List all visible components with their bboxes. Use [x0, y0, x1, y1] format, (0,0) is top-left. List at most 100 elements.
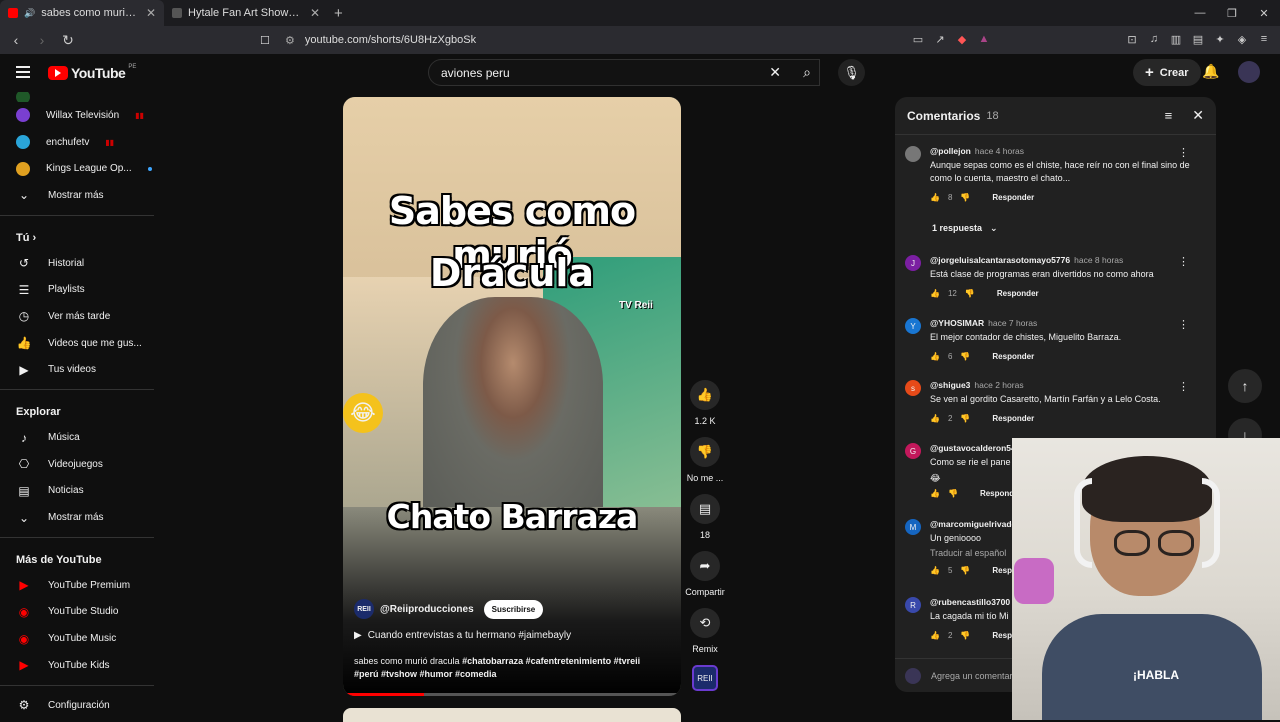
comment-author[interactable]: @pollejon: [930, 146, 971, 156]
tab-inactive[interactable]: Hytale Fan Art Showcase Vol. 4 – Hyt ✕: [164, 0, 328, 26]
video-description[interactable]: sabes como murió dracula #chatobarraza #…: [354, 655, 664, 681]
search-input[interactable]: aviones peru ✕: [428, 59, 820, 86]
reply-button[interactable]: Responder: [992, 352, 1034, 361]
reply-button[interactable]: Responder: [992, 414, 1034, 423]
thumbs-down-icon[interactable]: 👎: [690, 437, 720, 467]
bookmark-icon[interactable]: ☐: [260, 34, 270, 47]
comments-action[interactable]: ▤ 18: [684, 494, 726, 540]
minimize-icon[interactable]: —: [1184, 0, 1216, 26]
thumbs-up-icon[interactable]: 👍: [930, 489, 940, 498]
clear-search-icon[interactable]: ✕: [769, 64, 781, 81]
share-action[interactable]: ➦ Compartir: [684, 551, 726, 597]
description-hashtags[interactable]: #chatobarraza #cafentretenimiento #tvrei…: [462, 656, 640, 666]
sidebar-item-history[interactable]: ↺ Historial: [0, 250, 154, 277]
thumbs-up-icon[interactable]: 👍: [930, 289, 940, 298]
comment-icon[interactable]: ▤: [690, 494, 720, 524]
you-section-header[interactable]: Tú ›: [0, 222, 154, 250]
remix-action[interactable]: ⟲ Remix: [684, 608, 726, 654]
thumbs-down-icon[interactable]: 👎: [960, 566, 970, 575]
search-button[interactable]: ⌕: [790, 59, 824, 86]
sidebar-item-kids[interactable]: ▶ YouTube Kids: [0, 652, 154, 679]
menu-icon[interactable]: ≡: [1256, 31, 1272, 47]
thumbs-down-icon[interactable]: 👎: [960, 631, 970, 640]
ai-icon[interactable]: ✦: [1212, 31, 1228, 47]
commenter-avatar[interactable]: s: [905, 380, 921, 396]
dislike-action[interactable]: 👎 No me ...: [684, 437, 726, 483]
notifications-bell-icon[interactable]: 🔔: [1202, 63, 1219, 80]
maximize-icon[interactable]: ❐: [1216, 0, 1248, 26]
create-button[interactable]: + Crear: [1133, 59, 1201, 86]
close-icon[interactable]: ✕: [1192, 107, 1204, 124]
show-replies-button[interactable]: 1 respuesta ⌄: [932, 223, 998, 234]
sidebar-item-premium[interactable]: ▶ YouTube Premium: [0, 572, 154, 599]
sidebar-item-music[interactable]: ♪ Música: [0, 424, 154, 451]
comment-author[interactable]: @shigue3: [930, 380, 970, 390]
sidebar-item-your-videos[interactable]: ▶ Tus videos: [0, 357, 154, 384]
share-icon[interactable]: ➦: [690, 551, 720, 581]
audio-channel-avatar[interactable]: REII: [692, 665, 718, 691]
commenter-avatar[interactable]: [905, 146, 921, 162]
sidebar-show-more[interactable]: ⌄ Mostrar más: [0, 182, 154, 209]
sidebar-item-news[interactable]: ▤ Noticias: [0, 478, 154, 505]
comment-author[interactable]: @jorgeluisalcantarasotomayo5776: [930, 255, 1070, 265]
sidebar-item-music-app[interactable]: ◉ YouTube Music: [0, 625, 154, 652]
comment-author[interactable]: @marcomiguelrivade: [930, 519, 1016, 529]
description-hashtags[interactable]: #perú #tvshow #humor #comedia: [354, 669, 497, 679]
brave-shield-icon[interactable]: ◆: [954, 31, 970, 47]
previous-short-button[interactable]: ↑: [1228, 369, 1262, 403]
more-vert-icon[interactable]: ⋮: [1178, 318, 1189, 331]
thumbs-up-icon[interactable]: 👍: [690, 380, 720, 410]
reply-button[interactable]: Responder: [992, 193, 1034, 202]
close-tab-icon[interactable]: ✕: [310, 6, 320, 20]
close-tab-icon[interactable]: ✕: [146, 6, 156, 20]
thumbs-up-icon[interactable]: 👍: [930, 414, 940, 423]
like-action[interactable]: 👍 1.2 K: [684, 380, 726, 426]
reload-icon[interactable]: ↻: [58, 32, 78, 49]
sidebar-channel-willax[interactable]: Willax Televisión ▮▮: [0, 102, 154, 129]
thumbs-down-icon[interactable]: 👎: [960, 414, 970, 423]
short-video-player[interactable]: Sabes como murió Drácula TV Reii 😂 Chato…: [343, 97, 681, 696]
cast-icon[interactable]: ▭: [910, 31, 926, 47]
thumbs-up-icon[interactable]: 👍: [930, 566, 940, 575]
sidebar-item-settings[interactable]: ⚙ Configuración: [0, 692, 154, 719]
sidebar-item-show-more[interactable]: ⌄ Mostrar más: [0, 504, 154, 531]
channel-name[interactable]: @Reiiproducciones: [380, 604, 474, 615]
comment-author[interactable]: @YHOSIMAR: [930, 318, 984, 328]
vpn-icon[interactable]: ◈: [1234, 31, 1250, 47]
commenter-avatar[interactable]: Y: [905, 318, 921, 334]
new-tab-icon[interactable]: +: [334, 5, 343, 22]
more-vert-icon[interactable]: ⋮: [1178, 146, 1189, 159]
channel-avatar[interactable]: REII: [354, 599, 374, 619]
video-progress-bar[interactable]: [343, 693, 681, 696]
thumbs-down-icon[interactable]: 👎: [948, 489, 958, 498]
youtube-logo[interactable]: YouTube PE: [48, 64, 136, 81]
thumbs-up-icon[interactable]: 👍: [930, 193, 940, 202]
thumbs-down-icon[interactable]: 👎: [960, 352, 970, 361]
sidebar-channel-enchufetv[interactable]: enchufetv ▮▮: [0, 129, 154, 156]
thumbs-down-icon[interactable]: 👎: [960, 193, 970, 202]
rewards-icon[interactable]: ▲: [976, 31, 992, 47]
wallet-icon[interactable]: ▤: [1190, 31, 1206, 47]
reply-button[interactable]: Responder: [997, 289, 1039, 298]
sidebar-item-gaming[interactable]: ⎔ Videojuegos: [0, 451, 154, 478]
commenter-avatar[interactable]: R: [905, 597, 921, 613]
screenshot-icon[interactable]: ⊡: [1124, 31, 1140, 47]
account-avatar[interactable]: [1238, 61, 1260, 83]
sidebar-item-watch-later[interactable]: ◷ Ver más tarde: [0, 303, 154, 330]
sidebar-channel-kings-league[interactable]: Kings League Op...: [0, 155, 154, 182]
related-video-link[interactable]: ▶ Cuando entrevistas a tu hermano #jaime…: [354, 630, 571, 641]
sort-icon[interactable]: ≡: [1165, 108, 1173, 123]
thumbs-up-icon[interactable]: 👍: [930, 631, 940, 640]
more-vert-icon[interactable]: ⋮: [1178, 255, 1189, 268]
commenter-avatar[interactable]: J: [905, 255, 921, 271]
more-vert-icon[interactable]: ⋮: [1178, 380, 1189, 393]
sidebar-channel[interactable]: [0, 92, 154, 102]
tab-active[interactable]: 🔊 sabes como murió drácula #c ✕: [0, 0, 164, 26]
hamburger-menu-icon[interactable]: [16, 66, 30, 81]
media-icon[interactable]: ♫: [1146, 31, 1162, 47]
close-window-icon[interactable]: ✕: [1248, 0, 1280, 26]
sidebar-icon[interactable]: ▥: [1168, 31, 1184, 47]
remix-icon[interactable]: ⟲: [690, 608, 720, 638]
site-info-icon[interactable]: ⚙: [285, 34, 295, 47]
forward-icon[interactable]: ›: [32, 32, 52, 48]
